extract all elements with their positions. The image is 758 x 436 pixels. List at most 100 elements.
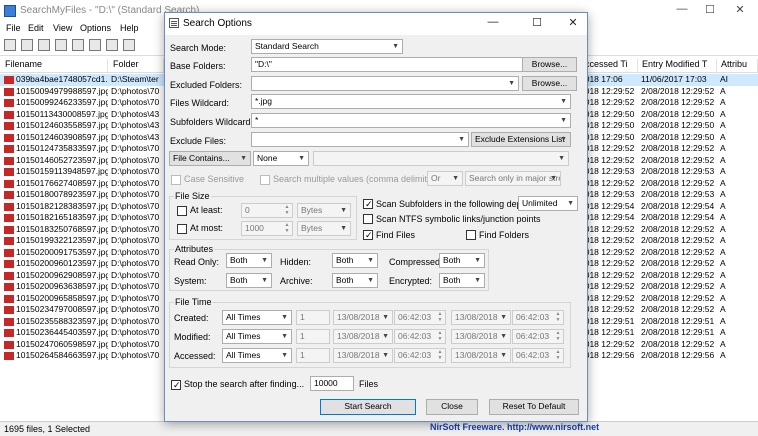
app-icon xyxy=(4,5,16,17)
toolbar-refresh-icon[interactable] xyxy=(55,39,67,51)
cell-attributes: A xyxy=(720,258,726,268)
menu-edit[interactable]: Edit xyxy=(28,23,44,33)
system-label: System: xyxy=(174,276,207,286)
accessed-from-time[interactable]: 06:42:03 ▲ ▼ xyxy=(394,348,446,363)
column-folder[interactable]: Folder xyxy=(110,59,164,72)
dialog-maximize-icon[interactable]: ☐ xyxy=(525,16,549,32)
compressed-select[interactable]: Both ▼ xyxy=(439,253,485,268)
depth-value: Unlimited xyxy=(522,198,558,208)
stop-search-count-input[interactable]: 10000 xyxy=(310,376,354,391)
close-icon[interactable]: ✕ xyxy=(730,3,750,19)
at-least-unit-select[interactable]: Bytes ▼ xyxy=(297,203,351,218)
search-major-select[interactable]: Search only in major stre... ▼ xyxy=(465,171,561,186)
depth-select[interactable]: Unlimited ▼ xyxy=(518,196,578,211)
file-contains-select[interactable]: File Contains... ▼ xyxy=(169,151,251,166)
browse-excluded-folders-button[interactable]: Browse... xyxy=(522,76,577,91)
accessed-to-date[interactable]: 13/08/2018 ▼ xyxy=(451,348,511,363)
exclude-files-input[interactable]: ▼ xyxy=(251,132,469,147)
column-attributes[interactable]: Attribu xyxy=(718,59,758,72)
at-least-checkbox[interactable] xyxy=(177,206,187,216)
modified-count-input[interactable]: 1 xyxy=(296,329,330,344)
contains-text-input[interactable]: ▼ xyxy=(313,151,569,166)
accessed-from-date[interactable]: 13/08/2018 ▼ xyxy=(333,348,393,363)
created-to-time[interactable]: 06:42:03 ▲ ▼ xyxy=(512,310,564,325)
file-image-icon xyxy=(4,168,14,176)
modified-to-date[interactable]: 13/08/2018 ▼ xyxy=(451,329,511,344)
column-accessed[interactable]: ccessed Ti xyxy=(582,59,638,72)
column-entry-modified[interactable]: Entry Modified T xyxy=(639,59,717,72)
maximize-icon[interactable]: ☐ xyxy=(700,3,720,19)
created-to-date[interactable]: 13/08/2018 ▼ xyxy=(451,310,511,325)
modified-to-date-value: 13/08/2018 xyxy=(455,331,498,341)
created-from-time[interactable]: 06:42:03 ▲ ▼ xyxy=(394,310,446,325)
stop-search-label: Stop the search after finding... xyxy=(184,379,305,389)
scan-subfolders-checkbox[interactable] xyxy=(363,198,373,210)
modified-to-time[interactable]: 06:42:03 ▲ ▼ xyxy=(512,329,564,344)
reset-default-button[interactable]: Reset To Default xyxy=(489,399,579,415)
chevron-down-icon: ▼ xyxy=(474,257,481,264)
toolbar-html-icon[interactable] xyxy=(106,39,118,51)
browse-base-folders-button[interactable]: Browse... xyxy=(522,57,577,72)
cell-filename: 10150124603558597.jpg xyxy=(16,120,108,130)
toolbar-copy-icon[interactable] xyxy=(38,39,50,51)
cell-attributes: AI xyxy=(720,74,729,84)
menu-file[interactable]: File xyxy=(6,23,21,33)
read-only-select[interactable]: Both ▼ xyxy=(226,253,272,268)
modified-mode-select[interactable]: All Times ▼ xyxy=(222,329,292,344)
at-most-input[interactable]: 1000 ▲ ▼ xyxy=(241,221,293,236)
or-select[interactable]: Or ▼ xyxy=(427,171,463,186)
subfolders-wildcard-input[interactable]: * ▼ xyxy=(251,113,571,128)
exclude-extensions-select[interactable]: Exclude Extensions List ▼ xyxy=(471,132,571,147)
column-filename[interactable]: Filename xyxy=(2,59,108,72)
modified-from-date[interactable]: 13/08/2018 ▼ xyxy=(333,329,393,344)
cell-folder: D:\photos\70 xyxy=(111,97,160,107)
cell-folder: D:\photos\70 xyxy=(111,200,160,211)
contains-mode-select[interactable]: None ▼ xyxy=(253,151,309,166)
menu-view[interactable]: View xyxy=(53,23,72,33)
toolbar-delete-icon[interactable] xyxy=(72,39,84,51)
search-mode-select[interactable]: Standard Search ▼ xyxy=(251,39,403,54)
created-mode-select[interactable]: All Times ▼ xyxy=(222,310,292,325)
toolbar-save-icon[interactable] xyxy=(21,39,33,51)
archive-select[interactable]: Both ▼ xyxy=(332,273,378,288)
hidden-select[interactable]: Both ▼ xyxy=(332,253,378,268)
cell-accessed: 2018 12:29:52 xyxy=(580,258,635,268)
nirsoft-link[interactable]: NirSoft Freeware. http://www.nirsoft.net xyxy=(430,422,599,432)
accessed-to-time[interactable]: 06:42:03 ▲ ▼ xyxy=(512,348,564,363)
at-most-checkbox[interactable] xyxy=(177,224,187,234)
modified-from-time[interactable]: 06:42:03 ▲ ▼ xyxy=(394,329,446,344)
cell-entry-modified: 2/08/2018 12:29:52 xyxy=(641,246,715,257)
case-sensitive-checkbox[interactable] xyxy=(171,175,181,185)
toolbar-properties-icon[interactable] xyxy=(89,39,101,51)
search-multiple-checkbox[interactable] xyxy=(260,175,270,185)
chevron-down-icon: ▼ xyxy=(367,257,374,264)
toolbar-search-icon[interactable] xyxy=(4,39,16,51)
cell-filename: 10150200963638597.jpg xyxy=(16,281,108,291)
created-from-date[interactable]: 13/08/2018 ▼ xyxy=(333,310,393,325)
find-folders-checkbox[interactable] xyxy=(466,230,476,240)
files-wildcard-input[interactable]: *.jpg ▼ xyxy=(251,94,571,109)
accessed-mode-select[interactable]: All Times ▼ xyxy=(222,348,292,363)
menu-options[interactable]: Options xyxy=(80,23,111,33)
chevron-down-icon: ▼ xyxy=(281,333,288,340)
created-count-input[interactable]: 1 xyxy=(296,310,330,325)
at-most-unit-select[interactable]: Bytes ▼ xyxy=(297,221,351,236)
stop-search-checkbox[interactable] xyxy=(171,379,181,391)
chevron-down-icon: ▼ xyxy=(452,175,459,182)
close-button[interactable]: Close xyxy=(426,399,478,415)
menu-help[interactable]: Help xyxy=(120,23,139,33)
dialog-minimize-icon[interactable]: — xyxy=(481,16,505,32)
toolbar-about-icon[interactable] xyxy=(123,39,135,51)
start-search-button[interactable]: Start Search xyxy=(320,399,416,415)
excluded-folders-input[interactable]: ▼ xyxy=(251,76,519,91)
system-select[interactable]: Both ▼ xyxy=(226,273,272,288)
accessed-count-input[interactable]: 1 xyxy=(296,348,330,363)
dialog-close-icon[interactable]: ✕ xyxy=(561,16,585,32)
encrypted-select[interactable]: Both ▼ xyxy=(439,273,485,288)
find-files-checkbox[interactable] xyxy=(363,229,373,241)
minimize-icon[interactable]: — xyxy=(672,3,692,19)
scan-ntfs-checkbox[interactable] xyxy=(363,214,373,224)
cell-entry-modified: 2/08/2018 12:29:52 xyxy=(641,269,715,280)
file-image-icon xyxy=(4,133,14,142)
at-least-input[interactable]: 0 ▲ ▼ xyxy=(241,203,293,218)
